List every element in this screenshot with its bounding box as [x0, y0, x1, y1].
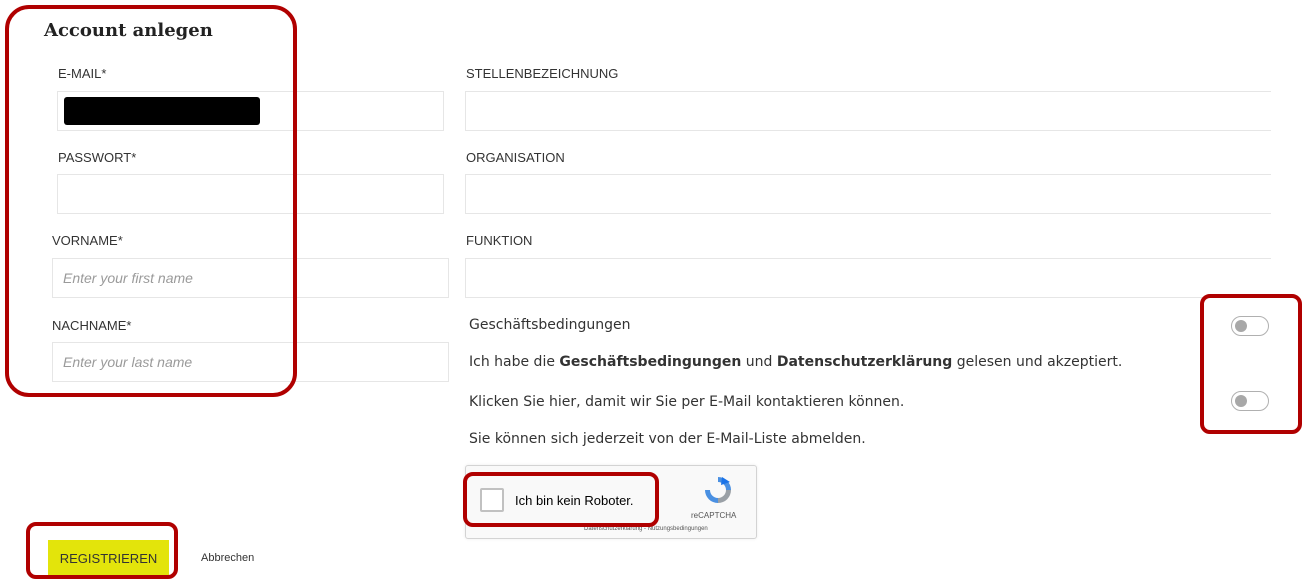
terms-mid: und [741, 354, 777, 370]
function-label: FUNKTION [466, 233, 533, 248]
organisation-field[interactable] [465, 174, 1271, 214]
redacted-email-value [64, 97, 260, 125]
lastname-label: NACHNAME* [52, 318, 132, 333]
unsubscribe-note: Sie können sich jederzeit von der E-Mail… [469, 431, 866, 447]
privacy-link[interactable]: Datenschutzerklärung [777, 354, 952, 370]
annotation-toggles [1200, 294, 1302, 434]
recaptcha-label: Ich bin kein Roboter. [515, 493, 634, 508]
toggle-knob [1235, 320, 1247, 332]
email-label: E-MAIL* [58, 66, 107, 81]
terms-heading: Geschäftsbedingungen [469, 317, 631, 333]
jobtitle-field[interactable] [465, 91, 1271, 131]
cancel-button[interactable]: Abbrechen [201, 552, 254, 564]
recaptcha-checkbox[interactable] [480, 488, 504, 512]
password-label: PASSWORT* [58, 150, 137, 165]
terms-suffix: gelesen und akzeptiert. [952, 354, 1123, 370]
terms-acceptance-text: Ich habe die Geschäftsbedingungen und Da… [469, 354, 1122, 370]
password-field[interactable] [57, 174, 444, 214]
recaptcha-brand: reCAPTCHA [691, 511, 737, 520]
jobtitle-label: STELLENBEZEICHNUNG [466, 66, 619, 81]
recaptcha-widget: Ich bin kein Roboter. reCAPTCHA Datensch… [465, 465, 757, 539]
page-title: Account anlegen [44, 20, 213, 41]
lastname-field[interactable] [52, 342, 449, 382]
function-field[interactable] [465, 258, 1271, 298]
register-button[interactable]: REGISTRIEREN [48, 540, 169, 576]
recaptcha-links[interactable]: Datenschutzerklärung - Nutzungsbedingung… [584, 526, 708, 532]
firstname-field[interactable] [52, 258, 449, 298]
terms-prefix: Ich habe die [469, 354, 560, 370]
toggle-knob [1235, 395, 1247, 407]
terms-toggle[interactable] [1231, 316, 1269, 336]
recaptcha-logo-icon [705, 477, 731, 503]
email-field[interactable] [57, 91, 444, 131]
email-contact-toggle[interactable] [1231, 391, 1269, 411]
firstname-label: VORNAME* [52, 233, 123, 248]
email-contact-text: Klicken Sie hier, damit wir Sie per E-Ma… [469, 394, 905, 410]
terms-link[interactable]: Geschäftsbedingungen [559, 354, 741, 370]
organisation-label: ORGANISATION [466, 150, 565, 165]
